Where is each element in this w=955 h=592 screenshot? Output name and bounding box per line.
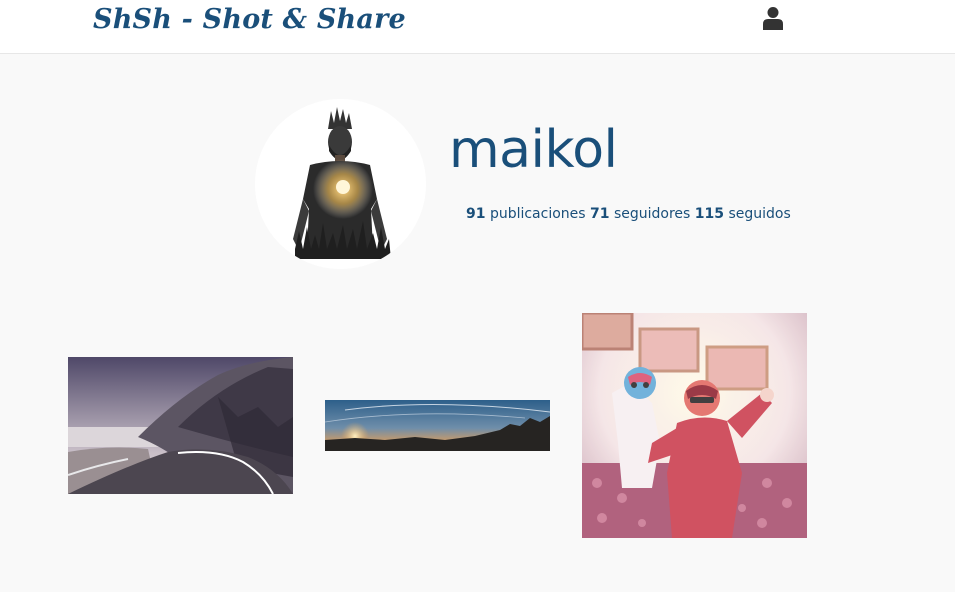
user-icon[interactable] — [762, 6, 784, 30]
photo-thumbnail-masked-people[interactable] — [582, 313, 807, 538]
profile-stats: 91 publicaciones 71 seguidores 115 segui… — [466, 206, 791, 222]
followers-label: seguidores — [613, 206, 691, 222]
photo-thumbnail-sunset-panorama[interactable] — [325, 400, 550, 451]
following-label: seguidos — [728, 206, 791, 222]
avatar[interactable] — [255, 99, 426, 269]
followers-count: 71 — [590, 206, 610, 222]
posts-count: 91 — [466, 206, 486, 222]
following-count: 115 — [694, 206, 725, 222]
photo-thumbnail-mountain-road[interactable] — [68, 357, 293, 494]
profile-username: maikol — [449, 120, 618, 180]
posts-label: publicaciones — [489, 206, 586, 222]
brand-logo-link[interactable]: ShSh - Shot & Share — [93, 4, 406, 35]
navbar: ShSh - Shot & Share — [0, 0, 955, 54]
